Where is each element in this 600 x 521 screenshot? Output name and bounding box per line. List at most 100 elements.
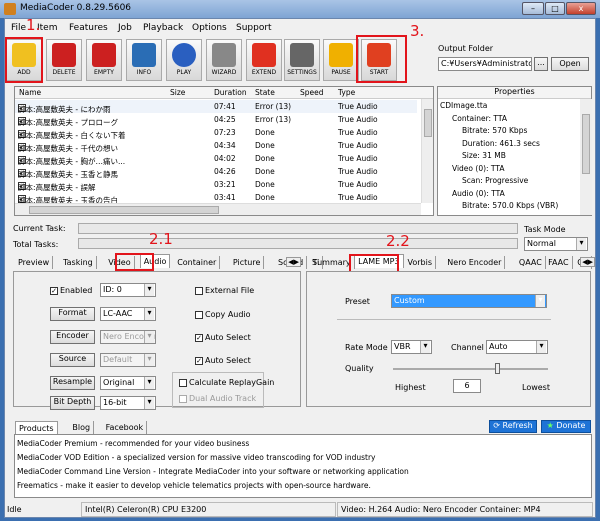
right-tab-summary[interactable]: Summary — [309, 256, 355, 269]
col-duration[interactable]: Duration — [214, 88, 247, 97]
col-type[interactable]: Type — [338, 88, 355, 97]
col-state[interactable]: State — [255, 88, 275, 97]
file-duration: 04:34 — [214, 141, 236, 150]
close-button[interactable]: x — [566, 2, 596, 15]
left-tab-tasking[interactable]: Tasking — [60, 256, 97, 269]
toolbar-pause-button[interactable]: PAUSE — [323, 39, 359, 81]
file-list-vscrollbar[interactable] — [421, 99, 433, 203]
file-state: Error (13) — [255, 115, 292, 124]
task-mode-select[interactable]: Normal — [524, 237, 588, 251]
source-button[interactable]: Source — [50, 353, 95, 367]
format-select[interactable]: LC-AAC — [100, 307, 156, 321]
resample-button[interactable]: Resample — [50, 376, 95, 390]
menu-playback[interactable]: Playback — [143, 23, 183, 33]
col-size[interactable]: Size — [170, 88, 185, 97]
toolbar-label: SETTINGS — [287, 69, 317, 76]
toolbar-info-button[interactable]: INFO — [126, 39, 162, 81]
app-icon — [4, 3, 16, 15]
encoder-button[interactable]: Encoder — [50, 330, 95, 344]
encoder-auto-select-checkbox[interactable]: ✓ Auto Select — [195, 333, 251, 342]
enabled-checkbox[interactable]: ✓ Enabled — [50, 286, 92, 295]
format-button[interactable]: Format — [50, 307, 95, 321]
col-speed[interactable]: Speed — [300, 88, 324, 97]
preset-select[interactable]: Custom — [391, 294, 547, 308]
file-state: Done — [255, 154, 275, 163]
file-row[interactable]: ✓ 脚本:高屋敷英夫 - プロローグ 04:25 Error (13) True Aud… — [15, 113, 417, 127]
file-row[interactable]: ✓ 脚本:高屋敷英夫 - 胸が…痛い... 04:02 Done True Audio — [15, 152, 417, 166]
info-icon — [132, 43, 156, 67]
output-folder-input[interactable]: C:¥Users¥Administrator¥Des — [438, 57, 532, 71]
status-state: Idle — [7, 505, 22, 514]
left-tab-picture[interactable]: Picture — [230, 256, 265, 269]
quality-value-input[interactable]: 6 — [453, 379, 481, 393]
channel-select[interactable]: Auto — [486, 340, 548, 354]
replaygain-checkbox[interactable]: Calculate ReplayGain — [179, 378, 274, 387]
toolbar-empty-button[interactable]: EMPTY — [86, 39, 122, 81]
channel-label: Channel — [451, 343, 484, 352]
rate-mode-select[interactable]: VBR — [391, 340, 432, 354]
toolbar-label: EMPTY — [94, 69, 114, 76]
file-row[interactable]: ✓ 脚本:高屋敷英夫 - 玉香と静馬 04:26 Done True Audio — [15, 165, 417, 179]
encoder-select: Nero Encoder — [100, 330, 156, 344]
news-line[interactable]: Freematics - make it easier to develop v… — [17, 479, 589, 493]
menu-options[interactable]: Options — [192, 23, 227, 33]
toolbar-extend-button[interactable]: EXTEND — [246, 39, 282, 81]
total-tasks-progress — [78, 238, 518, 249]
right-tab-qaac[interactable]: QAAC — [516, 256, 546, 269]
left-tab-container[interactable]: Container — [174, 256, 221, 269]
menu-file[interactable]: File — [11, 23, 26, 33]
news-tab-facebook[interactable]: Facebook — [103, 421, 148, 434]
right-tab-faac[interactable]: FAAC — [545, 256, 573, 269]
external-file-checkbox[interactable]: External File — [195, 286, 254, 295]
property-item: CDImage.tta — [440, 101, 488, 110]
quality-slider[interactable] — [393, 363, 548, 374]
file-list[interactable]: Name Size Duration State Speed Type ✓ 脚本:… — [14, 86, 434, 216]
bit-depth-button[interactable]: Bit Depth — [50, 396, 95, 410]
refresh-button[interactable]: ⟳ Refresh — [489, 420, 537, 433]
col-name[interactable]: Name — [19, 88, 41, 97]
menu-job[interactable]: Job — [118, 23, 132, 33]
annotation-step-2-2: 2.2 — [386, 232, 410, 250]
audio-id-select[interactable]: ID: 0 — [100, 283, 156, 297]
rate-mode-label: Rate Mode — [345, 343, 388, 352]
copy-audio-label: Copy Audio — [205, 310, 251, 319]
file-row[interactable]: ✓ 脚本:高屋敷英夫 - 誤解 03:21 Done True Audio — [15, 178, 417, 192]
left-tab-preview[interactable]: Preview — [15, 256, 54, 269]
file-row[interactable]: ✓ 脚本:高屋敷英夫 - 白くない下着 07:23 Done True Audio — [15, 126, 417, 140]
news-tab-products[interactable]: Products — [15, 421, 58, 435]
minimize-button[interactable]: – — [522, 2, 544, 15]
annotation-box-start — [356, 35, 407, 83]
browse-button[interactable]: ... — [534, 57, 548, 71]
annotation-step-3: 3. — [410, 22, 425, 40]
toolbar-label: INFO — [136, 69, 152, 76]
resample-select[interactable]: Original — [100, 376, 156, 390]
maximize-button[interactable]: □ — [545, 2, 565, 15]
source-auto-select-label: Auto Select — [205, 356, 251, 365]
open-button[interactable]: Open — [551, 57, 589, 71]
news-line[interactable]: MediaCoder Premium - recommended for you… — [17, 437, 589, 451]
file-row[interactable]: ✓ 脚本:高屋敷英夫 - にわか雨 07:41 Error (13) True Audi… — [15, 100, 417, 114]
tab-scroll-arrows[interactable]: ◀▶ — [286, 257, 301, 267]
file-row[interactable]: ✓ 脚本:高屋敷英夫 - 千代の想い 04:34 Done True Audio — [15, 139, 417, 153]
right-tab-vorbis[interactable]: Vorbis — [405, 256, 437, 269]
copy-audio-checkbox[interactable]: Copy Audio — [195, 310, 251, 319]
menu-features[interactable]: Features — [69, 23, 108, 33]
donate-button[interactable]: ★ Donate — [541, 420, 591, 433]
tab-scroll-arrows[interactable]: ◀▶ — [580, 257, 595, 267]
toolbar-play-button[interactable]: PLAY — [166, 39, 202, 81]
bit-depth-select[interactable]: 16-bit — [100, 396, 156, 410]
right-tab-nero-encoder[interactable]: Nero Encoder — [444, 256, 506, 269]
property-item: Video (0): TTA — [452, 163, 505, 173]
toolbar-wizard-button[interactable]: WIZARD — [206, 39, 242, 81]
toolbar-delete-button[interactable]: DELETE — [46, 39, 82, 81]
source-auto-select-checkbox[interactable]: ✓ Auto Select — [195, 356, 251, 365]
toolbar-settings-button[interactable]: SETTINGS — [284, 39, 320, 81]
news-line[interactable]: MediaCoder Command Line Version - Integr… — [17, 465, 589, 479]
news-tab-blog[interactable]: Blog — [69, 421, 95, 434]
properties-scrollbar[interactable] — [580, 99, 592, 215]
news-line[interactable]: MediaCoder VOD Edition - a specialized v… — [17, 451, 589, 465]
quality-slider-thumb[interactable] — [494, 363, 500, 374]
menu-support[interactable]: Support — [236, 23, 272, 33]
file-list-hscrollbar[interactable] — [15, 203, 421, 215]
file-type: True Audio — [338, 102, 378, 111]
